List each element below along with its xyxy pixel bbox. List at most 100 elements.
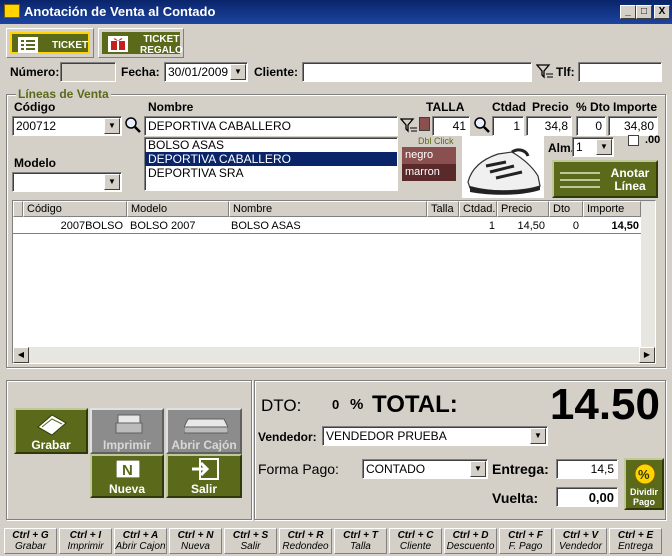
tab-regalo-line1: TICKET (143, 34, 180, 45)
fecha-select[interactable]: 30/01/2009 ▼ (164, 62, 248, 82)
ctdad-input[interactable]: 1 (492, 116, 524, 136)
imprimir-label: Imprimir (102, 438, 151, 452)
list-icon (18, 37, 38, 53)
shortcut-keys: Ctrl + N (177, 530, 214, 541)
list-item[interactable]: BOLSO ASAS (145, 138, 397, 152)
talla-input[interactable]: 41 (432, 116, 470, 136)
nueva-button[interactable]: N Nueva (90, 454, 164, 498)
modelo-select[interactable]: ▼ (12, 172, 122, 192)
column-header[interactable]: Nombre (229, 201, 427, 217)
svg-text:N: N (122, 462, 133, 478)
lines-grid[interactable]: Código Modelo Nombre Talla Ctdad. Precio… (12, 200, 656, 364)
shortcut-forma-pago[interactable]: Ctrl + F F. Pago (499, 528, 552, 554)
grid-cell-modelo: BOLSO 2007 (130, 220, 196, 232)
color-list[interactable]: negro marron (402, 147, 456, 181)
chevron-down-icon[interactable]: ▼ (470, 461, 486, 477)
dto-input[interactable]: 0 (576, 116, 606, 136)
cliente-input[interactable] (302, 62, 532, 82)
grabar-label: Grabar (31, 438, 71, 452)
shortcut-label: Vendedor (559, 541, 602, 552)
nombre-list[interactable]: BOLSO ASAS DEPORTIVA CABALLERO DEPORTIVA… (144, 137, 398, 191)
list-item[interactable]: negro (402, 147, 456, 164)
column-header[interactable]: Talla (427, 201, 459, 217)
shortcut-redondeo[interactable]: Ctrl + R Redondeo (279, 528, 332, 554)
vertical-scrollbar[interactable] (641, 201, 655, 347)
column-header[interactable]: Dto (549, 201, 583, 217)
tab-ticket-regalo[interactable]: TICKET REGALO (98, 28, 184, 58)
entrega-input[interactable]: 14,5 (556, 459, 618, 479)
shortcut-entrega[interactable]: Ctrl + E Entrega (609, 528, 662, 554)
shortcut-salir[interactable]: Ctrl + S Salir (224, 528, 277, 554)
column-header[interactable]: Modelo (127, 201, 229, 217)
list-item[interactable]: DEPORTIVA SRA (145, 166, 397, 180)
shortcut-vendedor[interactable]: Ctrl + V Vendedor (554, 528, 607, 554)
shortcut-label: Entrega (617, 541, 654, 552)
importe-label: Importe (613, 100, 658, 114)
minimize-button[interactable]: _ (620, 5, 636, 19)
grid-cell-dto: 0 (572, 220, 579, 232)
importe-input[interactable]: 34,80 (608, 116, 658, 136)
imprimir-button[interactable]: Imprimir (90, 408, 164, 454)
dblclick-label: Dbl Click (418, 136, 454, 146)
shortcut-grabar[interactable]: Ctrl + G Grabar (4, 528, 57, 554)
vendedor-select[interactable]: VENDEDOR PRUEBA ▼ (322, 426, 548, 446)
shortcut-abrir-cajon[interactable]: Ctrl + A Abrir Cajon (114, 528, 167, 554)
column-header[interactable]: Precio (497, 201, 549, 217)
cents-checkbox[interactable] (628, 135, 639, 146)
printer-icon (115, 414, 143, 434)
tab-ticket-label: TICKET (52, 40, 89, 51)
list-item[interactable]: marron (402, 164, 456, 181)
talla-label: TALLA (426, 100, 465, 114)
table-row[interactable]: 2007BOLSO BOLSO 2007 BOLSO ASAS 1 14,50 … (13, 218, 641, 234)
salir-button[interactable]: Salir (166, 454, 242, 498)
precio-input[interactable]: 34,8 (526, 116, 572, 136)
total-value: 14.50 (549, 380, 660, 429)
column-header[interactable]: Ctdad. (459, 201, 497, 217)
close-button[interactable]: X (654, 5, 670, 19)
grid-cell-codigo: 2007BOLSO (60, 220, 123, 232)
abrir-cajon-button[interactable]: Abrir Cajón (166, 408, 242, 454)
shortcut-descuento[interactable]: Ctrl + D Descuento (444, 528, 497, 554)
pago-label: Pago (632, 497, 655, 507)
list-item[interactable]: DEPORTIVA CABALLERO (145, 152, 397, 166)
dividir-label: Dividir (629, 487, 658, 497)
column-header[interactable]: Importe (583, 201, 641, 217)
scroll-left-icon[interactable]: ◀ (13, 347, 29, 363)
horizontal-scrollbar[interactable]: ◀ ▶ (13, 347, 655, 363)
shortcut-imprimir[interactable]: Ctrl + I Imprimir (59, 528, 112, 554)
grabar-button[interactable]: Grabar (14, 408, 88, 454)
color-swatch (419, 117, 430, 131)
shortcut-keys: Ctrl + I (69, 530, 102, 541)
shortcut-label: F. Pago (508, 541, 543, 552)
chevron-down-icon[interactable]: ▼ (104, 174, 120, 190)
tab-ticket[interactable]: TICKET (6, 28, 94, 58)
chevron-down-icon[interactable]: ▼ (230, 64, 246, 80)
anotar-label: Anotar (610, 166, 650, 180)
maximize-button[interactable]: □ (636, 5, 652, 19)
column-header[interactable]: Código (23, 201, 127, 217)
shortcut-keys: Ctrl + A (122, 530, 159, 541)
numero-field[interactable] (60, 62, 116, 82)
codigo-select[interactable]: 200712 ▼ (12, 116, 122, 136)
dividir-pago-button[interactable]: % Dividir Pago (624, 458, 664, 510)
search-icon[interactable] (473, 116, 491, 134)
nombre-input[interactable]: DEPORTIVA CABALLERO (144, 116, 398, 136)
filter-search-icon[interactable] (536, 63, 554, 79)
vendedor-label: Vendedor: (258, 430, 317, 444)
scroll-right-icon[interactable]: ▶ (639, 347, 655, 363)
forma-pago-select[interactable]: CONTADO ▼ (362, 459, 488, 479)
shortcut-talla[interactable]: Ctrl + T Talla (334, 528, 387, 554)
grid-cell-importe: 14,50 (611, 220, 639, 232)
shortcut-label: Grabar (14, 541, 47, 552)
chevron-down-icon[interactable]: ▼ (530, 428, 546, 444)
filter-search-icon[interactable] (400, 117, 418, 133)
tlf-input[interactable] (578, 62, 662, 82)
search-icon[interactable] (124, 116, 142, 134)
anotar-linea-button[interactable]: Anotar Línea (552, 160, 658, 198)
shortcut-cliente[interactable]: Ctrl + C Cliente (389, 528, 442, 554)
chevron-down-icon[interactable]: ▼ (104, 118, 120, 134)
shortcut-nueva[interactable]: Ctrl + N Nueva (169, 528, 222, 554)
shortcut-label: Cliente (399, 541, 432, 552)
alm-select[interactable]: 1 ▼ (572, 137, 614, 157)
chevron-down-icon[interactable]: ▼ (596, 139, 612, 155)
